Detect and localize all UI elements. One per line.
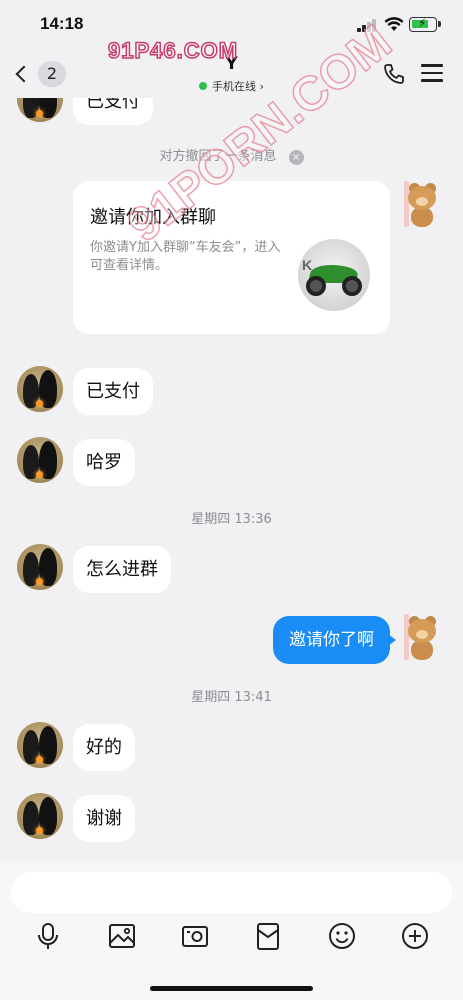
recall-text: 对方撤回了一条消息 [159, 149, 277, 164]
mic-icon[interactable] [33, 921, 63, 951]
red-packet-icon[interactable] [253, 921, 283, 951]
status-time: 14:18 [40, 14, 84, 33]
message-list[interactable]: 已支付 对方撤回了一条消息 × 邀请你加入群聊 你邀请Y加入群聊“车友会”，进入可… [0, 98, 463, 863]
message-bubble[interactable]: 已支付 [73, 98, 153, 125]
self-avatar[interactable] [404, 181, 440, 227]
contact-avatar[interactable] [17, 437, 63, 483]
timestamp-separator: 星期四 13:41 [191, 690, 272, 705]
message-bubble[interactable]: 已支付 [73, 368, 153, 415]
close-icon[interactable]: × [288, 150, 304, 165]
invite-description: 你邀请Y加入群聊“车友会”，进入可查看详情。 [90, 240, 281, 273]
self-avatar[interactable] [404, 614, 440, 660]
timestamp-separator: 星期四 13:36 [191, 512, 272, 527]
home-indicator [150, 986, 313, 991]
contact-avatar[interactable] [17, 793, 63, 839]
menu-icon[interactable] [421, 64, 443, 82]
message-bubble[interactable]: 怎么进群 [73, 546, 171, 593]
plus-icon[interactable] [400, 921, 430, 951]
wifi-icon [384, 17, 404, 31]
phone-icon[interactable] [382, 62, 406, 86]
outgoing-message-bubble[interactable]: 邀请你了啊 [273, 616, 396, 664]
message-bubble[interactable]: 哈罗 [73, 439, 135, 486]
contact-avatar[interactable] [17, 366, 63, 412]
message-bubble[interactable]: 好的 [73, 724, 135, 771]
image-icon[interactable] [107, 921, 137, 951]
invite-title: 邀请你加入群聊 [90, 207, 216, 228]
message-input[interactable] [11, 872, 452, 913]
emoji-icon[interactable] [327, 921, 357, 951]
battery-icon: ⚡ [409, 16, 441, 32]
composer [0, 863, 463, 1000]
signal-icon [357, 19, 377, 32]
group-invite-card[interactable]: 邀请你加入群聊 你邀请Y加入群聊“车友会”，进入可查看详情。 K [73, 181, 390, 334]
contact-avatar[interactable] [17, 98, 63, 122]
message-bubble[interactable]: 谢谢 [73, 795, 135, 842]
watermark-logo-top: 91P46.COM [107, 37, 239, 64]
chevron-right-icon: › [259, 80, 264, 93]
camera-icon[interactable] [180, 921, 210, 951]
online-text: 手机在线 [212, 80, 257, 93]
recall-notice: 对方撤回了一条消息 × [0, 145, 463, 165]
online-dot-icon [199, 82, 208, 90]
contact-avatar[interactable] [17, 722, 63, 768]
contact-avatar[interactable] [17, 544, 63, 590]
group-thumbnail: K [298, 239, 370, 311]
